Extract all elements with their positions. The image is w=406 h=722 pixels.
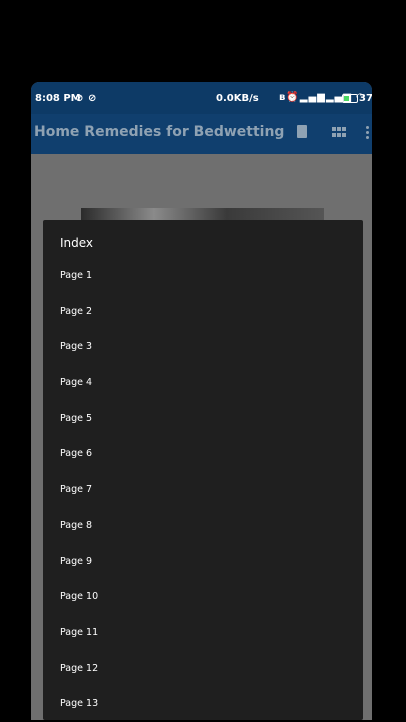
index-item-page-12[interactable]: Page 12 <box>43 651 363 687</box>
network-speed: 0.0KB/s <box>216 93 259 104</box>
index-item-page-7[interactable]: Page 7 <box>43 472 363 508</box>
sync-icon: ⊘ <box>88 93 97 104</box>
index-item-page-9[interactable]: Page 9 <box>43 544 363 580</box>
status-time: 8:08 PM <box>35 93 81 104</box>
status-bar: 8:08 PM ⊘ ⊘ 0.0KB/s ʙ⏰▂▄▆▂▄▆ ◠ 37 <box>31 82 372 114</box>
index-item-page-13[interactable]: Page 13 <box>43 686 363 722</box>
index-item-page-2[interactable]: Page 2 <box>43 294 363 330</box>
battery-icon <box>342 94 358 103</box>
index-item-page-3[interactable]: Page 3 <box>43 329 363 365</box>
index-item-page-6[interactable]: Page 6 <box>43 436 363 472</box>
index-item-page-10[interactable]: Page 10 <box>43 579 363 615</box>
battery-level: 37 <box>359 93 372 104</box>
app-bar: Home Remedies for Bedwetting <box>31 114 372 154</box>
app-title: Home Remedies for Bedwetting <box>34 124 285 140</box>
index-list: Page 1 Page 2 Page 3 Page 4 Page 5 Page … <box>43 258 363 722</box>
sync-icon: ⊘ <box>75 93 84 104</box>
index-item-page-1[interactable]: Page 1 <box>43 258 363 294</box>
index-item-page-4[interactable]: Page 4 <box>43 365 363 401</box>
book-icon[interactable] <box>295 125 311 141</box>
index-item-page-11[interactable]: Page 11 <box>43 615 363 651</box>
index-item-page-5[interactable]: Page 5 <box>43 401 363 437</box>
grid-icon[interactable] <box>331 125 347 141</box>
index-dialog: Index Page 1 Page 2 Page 3 Page 4 Page 5… <box>43 220 363 720</box>
dialog-title: Index <box>60 236 94 250</box>
index-item-page-8[interactable]: Page 8 <box>43 508 363 544</box>
more-vert-icon[interactable] <box>364 125 370 141</box>
